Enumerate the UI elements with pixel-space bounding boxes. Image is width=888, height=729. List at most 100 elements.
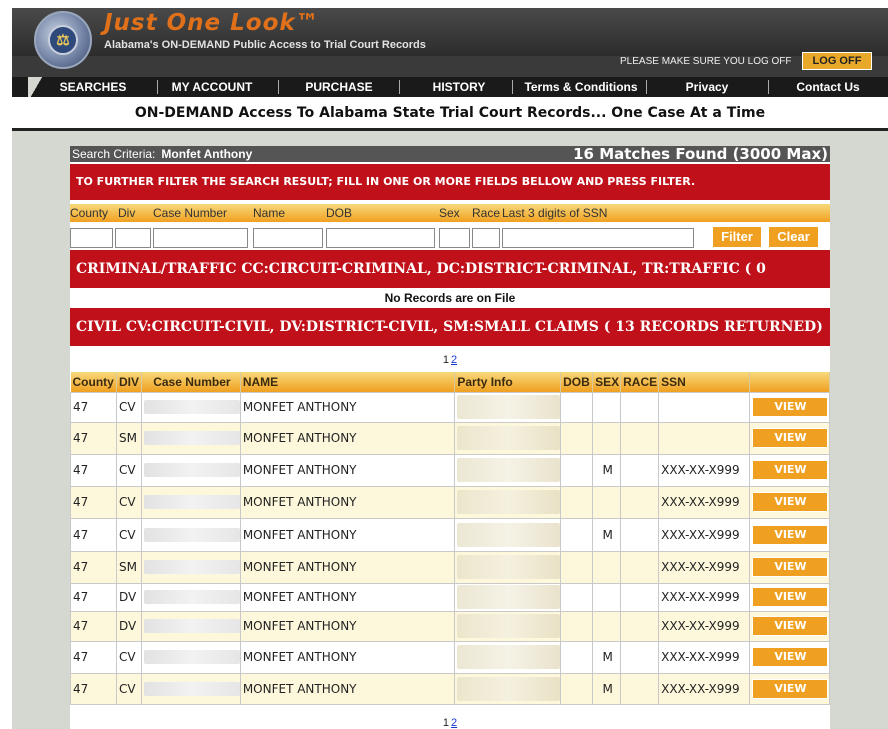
- cell-county: 47: [70, 391, 117, 423]
- cell-name: MONFET ANTHONY: [239, 517, 456, 552]
- view-button[interactable]: VIEW: [752, 397, 829, 417]
- redacted-party-info: [457, 676, 561, 701]
- criteria-label: Search Criteria:: [72, 147, 156, 161]
- cell-div: CV: [115, 453, 142, 487]
- filter-field-labels: County Div Case Number Name DOB Sex Race…: [70, 204, 830, 222]
- col-county: County: [70, 372, 117, 392]
- civil-section-heading: CIVIL CV:CIRCUIT-CIVIL, DV:DISTRICT-CIVI…: [70, 308, 830, 346]
- redacted-case-number: [143, 650, 240, 664]
- cell-party-info: [454, 485, 562, 519]
- cell-sex: [592, 391, 622, 423]
- redacted-case-number: [143, 681, 240, 696]
- cell-ssn: XXX-XX-X999: [658, 550, 750, 584]
- cell-name: MONFET ANTHONY: [239, 453, 456, 487]
- nav-purchase[interactable]: PURCHASE: [284, 77, 394, 97]
- filter-label-ssn: Last 3 digits of SSN: [502, 206, 608, 220]
- view-button[interactable]: VIEW: [752, 616, 829, 636]
- nav-privacy[interactable]: Privacy: [652, 77, 762, 97]
- pager-current: 1: [442, 717, 449, 729]
- col-dob: DOB: [560, 372, 594, 392]
- view-button[interactable]: VIEW: [752, 678, 829, 699]
- cell-party-info: [454, 391, 562, 423]
- scales-icon: ⚖: [48, 25, 78, 55]
- nav-searches[interactable]: SEARCHES: [48, 77, 138, 97]
- cell-case-number: [140, 610, 241, 642]
- table-row: 47 SM MONFET ANTHONY XXX-XX-X999 VIEW: [70, 550, 831, 584]
- redacted-case-number: [143, 560, 240, 574]
- filter-div-input[interactable]: [115, 228, 151, 248]
- redacted-case-number: [143, 590, 240, 604]
- nav-my-account[interactable]: MY ACCOUNT: [162, 77, 262, 97]
- cell-race: [620, 391, 660, 423]
- filter-dob-input[interactable]: [326, 228, 435, 248]
- table-row: 47 CV MONFET ANTHONY XXX-XX-X999 VIEW: [70, 485, 831, 519]
- view-button[interactable]: VIEW: [752, 460, 829, 480]
- redacted-case-number: [143, 527, 240, 542]
- nav-terms[interactable]: Terms & Conditions: [516, 77, 646, 97]
- criteria-value: Monfet Anthony: [161, 147, 253, 161]
- cell-div: CV: [115, 640, 142, 674]
- cell-sex: M: [592, 517, 622, 552]
- cell-party-info: [454, 550, 562, 584]
- filter-label-county: County: [70, 206, 109, 220]
- cell-county: 47: [70, 421, 117, 455]
- cell-county: 47: [70, 453, 117, 487]
- cell-race: [620, 485, 660, 519]
- cell-action: VIEW: [748, 391, 831, 423]
- cell-dob: [560, 517, 594, 552]
- filter-name-input[interactable]: [253, 228, 323, 248]
- redacted-party-info: [457, 426, 561, 450]
- cell-sex: M: [592, 672, 622, 705]
- cell-name: MONFET ANTHONY: [239, 610, 456, 642]
- view-button[interactable]: VIEW: [752, 492, 829, 512]
- filter-sex-input[interactable]: [439, 228, 470, 248]
- redacted-party-info: [457, 522, 561, 547]
- cell-county: 47: [70, 640, 117, 674]
- results-table: County DIV Case Number NAME Party Info D…: [70, 372, 831, 705]
- clear-button[interactable]: Clear: [768, 226, 819, 248]
- cell-party-info: [454, 421, 562, 455]
- cell-dob: [560, 421, 594, 455]
- cell-party-info: [454, 672, 562, 705]
- redacted-party-info: [457, 585, 561, 609]
- cell-county: 47: [70, 672, 117, 705]
- pager-next-link[interactable]: 2: [451, 354, 457, 366]
- view-button[interactable]: VIEW: [752, 557, 829, 577]
- cell-race: [620, 582, 660, 612]
- cell-case-number: [140, 672, 241, 705]
- results-body: 47 CV MONFET ANTHONY VIEW 47 SM MONFET ANTHONY…: [70, 391, 831, 705]
- cell-race: [620, 672, 660, 705]
- cell-action: VIEW: [748, 672, 831, 705]
- cell-county: 47: [70, 582, 117, 612]
- filter-ssn-input[interactable]: [502, 228, 694, 248]
- redacted-case-number: [143, 495, 240, 509]
- filter-label-race: Race: [472, 206, 501, 220]
- cell-sex: M: [592, 640, 622, 674]
- filter-case-number-input[interactable]: [153, 228, 248, 248]
- search-criteria-bar: Search Criteria: Monfet Anthony 16 Matche…: [70, 146, 830, 162]
- nav-history[interactable]: HISTORY: [404, 77, 514, 97]
- view-button[interactable]: VIEW: [752, 524, 829, 545]
- filter-county-input[interactable]: [70, 228, 113, 248]
- cell-ssn: XXX-XX-X999: [658, 610, 750, 642]
- site-header: ⚖ Just One Look™ Alabama's ON-DEMAND Pub…: [12, 8, 888, 77]
- view-button[interactable]: VIEW: [752, 428, 829, 448]
- cell-name: MONFET ANTHONY: [239, 582, 456, 612]
- cell-party-info: [454, 453, 562, 487]
- redacted-case-number: [143, 463, 240, 477]
- view-button[interactable]: VIEW: [752, 587, 829, 607]
- cell-action: VIEW: [748, 610, 831, 642]
- cell-div: SM: [115, 550, 142, 584]
- cell-dob: [560, 640, 594, 674]
- filter-race-input[interactable]: [472, 228, 500, 248]
- cell-ssn: XXX-XX-X999: [658, 485, 750, 519]
- cell-dob: [560, 582, 594, 612]
- pager-next-link[interactable]: 2: [451, 717, 457, 729]
- cell-county: 47: [70, 485, 117, 519]
- view-button[interactable]: VIEW: [752, 647, 829, 667]
- redacted-case-number: [143, 619, 240, 633]
- nav-contact-us[interactable]: Contact Us: [778, 77, 878, 97]
- cell-dob: [560, 672, 594, 705]
- filter-button[interactable]: Filter: [712, 226, 762, 248]
- log-off-button[interactable]: LOG OFF: [802, 52, 872, 70]
